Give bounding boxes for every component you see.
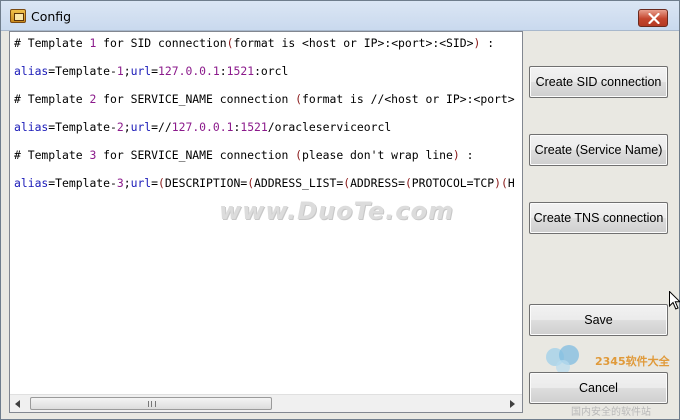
title-bar[interactable]: Config (1, 1, 679, 31)
cancel-button[interactable]: Cancel (529, 372, 668, 404)
code-token: = (151, 176, 159, 190)
code-token: 1521 (226, 64, 255, 78)
logo-subtext: 国内安全的软件站 (571, 407, 651, 418)
close-icon (648, 13, 660, 24)
code-token: alias (14, 120, 49, 134)
scrollbar-grip-icon (148, 401, 156, 407)
code-token: # Template (14, 148, 90, 162)
code-token: /oracleserviceorcl (267, 120, 392, 134)
code-token: :orcl (254, 64, 289, 78)
code-token: for SID connection (96, 36, 227, 50)
scroll-left-icon (15, 399, 20, 408)
scroll-right-icon (510, 399, 515, 408)
code-token: format is //<host or IP>:<port> (302, 92, 515, 106)
scroll-right-button[interactable] (504, 395, 520, 412)
code-token: url (130, 176, 152, 190)
code-token: for SERVICE_NAME connection (96, 148, 296, 162)
code-token: url (130, 64, 152, 78)
code-token: ) (452, 148, 460, 162)
create-tns-connection-button[interactable]: Create TNS connection (529, 202, 668, 234)
code-token: 1521 (240, 120, 268, 134)
code-token: ADDRESS= (350, 176, 405, 190)
code-line[interactable]: alias=Template-2;url=//127.0.0.1:1521/or… (14, 120, 391, 134)
app-database-icon (10, 9, 26, 23)
code-token: = (151, 64, 159, 78)
code-token: ( (500, 176, 508, 190)
horizontal-scrollbar[interactable] (10, 394, 522, 412)
code-token: # Template (14, 92, 90, 106)
code-token: 3 (116, 176, 124, 190)
code-line[interactable]: alias=Template-3;url=(DESCRIPTION=(ADDRE… (14, 176, 515, 190)
create-sid-connection-button[interactable]: Create SID connection (529, 66, 668, 98)
config-window: Config # Template 1 for SID connection(f… (0, 0, 680, 420)
code-token: PROTOCOL=TCP (411, 176, 495, 190)
code-token: =Template- (48, 120, 117, 134)
logo-text: 2345软件大全 (595, 355, 670, 368)
code-token: ; (123, 64, 131, 78)
code-token: alias (14, 64, 49, 78)
save-button[interactable]: Save (529, 304, 668, 336)
code-token: =Template- (48, 64, 117, 78)
code-token: please don't wrap line (302, 148, 453, 162)
code-token: DESCRIPTION= (164, 176, 248, 190)
code-token: ( (295, 92, 303, 106)
code-line[interactable]: # Template 3 for SERVICE_NAME connection… (14, 148, 473, 162)
code-line[interactable]: alias=Template-1;url=127.0.0.1:1521:orcl (14, 64, 288, 78)
code-token: =// (151, 120, 172, 134)
code-token: 127.0.0.1 (158, 64, 220, 78)
code-token: url (130, 120, 152, 134)
code-token: ADDRESS_LIST= (254, 176, 344, 190)
code-token: ; (123, 120, 131, 134)
code-token: 2 (116, 120, 124, 134)
code-token: H (507, 176, 515, 190)
code-token: ) (494, 176, 501, 190)
code-token: =Template- (48, 176, 117, 190)
code-token: # Template (14, 36, 90, 50)
close-button[interactable] (638, 9, 668, 27)
code-token: ( (295, 148, 303, 162)
code-token: ( (404, 176, 412, 190)
code-token: alias (14, 176, 49, 190)
watermark-text: www.DuoTe.com (219, 197, 454, 225)
code-line[interactable]: # Template 1 for SID connection(format i… (14, 36, 494, 50)
code-token: ; (123, 176, 131, 190)
code-token: : (219, 64, 227, 78)
code-token: 127.0.0.1 (171, 120, 234, 134)
mouse-pointer-icon (669, 291, 680, 310)
scroll-left-button[interactable] (10, 395, 26, 412)
code-token: : (480, 36, 495, 50)
code-token: ( (158, 176, 165, 190)
code-line[interactable]: # Template 2 for SERVICE_NAME connection… (14, 92, 515, 106)
code-token: 1 (116, 64, 124, 78)
scrollbar-thumb[interactable] (30, 397, 272, 410)
code-token: for SERVICE_NAME connection (96, 92, 296, 106)
window-title: Config (31, 9, 72, 24)
create-service-name-button[interactable]: Create (Service Name) (529, 134, 668, 166)
code-token: : (459, 148, 474, 162)
code-token: format is <host or IP>:<port>:<SID> (233, 36, 474, 50)
